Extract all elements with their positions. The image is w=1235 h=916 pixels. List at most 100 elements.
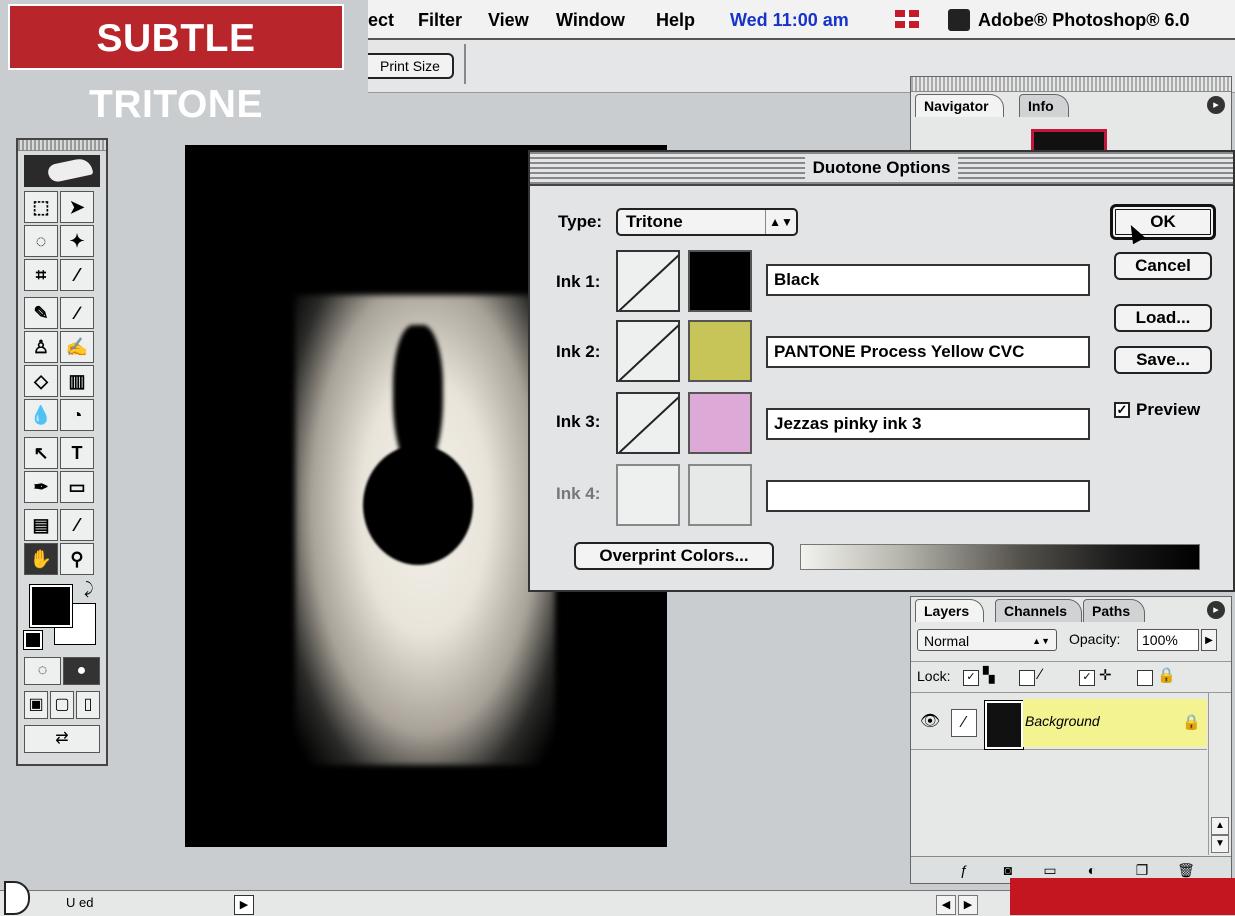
menu-help[interactable]: Help — [656, 10, 695, 31]
type-select-value: Tritone — [626, 212, 683, 231]
jump-to-imageready-icon[interactable]: ⇄ — [24, 725, 100, 753]
lock-all-checkbox[interactable] — [1137, 670, 1153, 686]
ink-1-name-field[interactable]: Black — [766, 264, 1090, 296]
menu-view[interactable]: View — [488, 10, 529, 31]
menu-clock[interactable]: Wed 11:00 am — [730, 10, 849, 31]
ink-1-color-swatch[interactable] — [688, 250, 752, 312]
save-button[interactable]: Save... — [1114, 346, 1212, 374]
menu-window[interactable]: Window — [556, 10, 625, 31]
brush-lock-icon: ∕ — [1039, 666, 1042, 683]
standard-mode-icon[interactable]: ◌ — [24, 657, 61, 685]
lock-image-checkbox[interactable] — [1019, 670, 1035, 686]
cancel-button[interactable]: Cancel — [1114, 252, 1212, 280]
color-swatches: ⤸ — [23, 581, 100, 653]
layer-style-icon[interactable]: ƒ — [955, 861, 973, 879]
magic-wand-tool-icon[interactable]: ✦ — [60, 225, 94, 257]
opacity-slider-arrow[interactable]: ▶ — [1201, 629, 1217, 651]
adjustment-layer-icon[interactable]: ◐ — [1083, 861, 1101, 879]
tab-navigator[interactable]: Navigator — [915, 94, 1004, 117]
new-set-icon[interactable]: ▭ — [1041, 861, 1059, 879]
print-size-button[interactable]: Print Size — [368, 53, 454, 79]
foreground-color-swatch[interactable] — [29, 584, 73, 628]
overprint-colors-button[interactable]: Overprint Colors... — [574, 542, 774, 570]
move-tool-icon[interactable]: ➤ — [60, 191, 94, 223]
layer-name-cell[interactable]: Background 🔒 — [1023, 699, 1207, 747]
layers-menu-icon[interactable]: ▸ — [1207, 601, 1225, 619]
trash-icon[interactable]: 🗑 — [1177, 861, 1195, 879]
screen-mode-standard-icon[interactable]: ▣ — [24, 691, 48, 719]
zoom-tool-icon[interactable]: ⚲ — [60, 543, 94, 575]
photoshop-app-icon[interactable] — [948, 9, 970, 31]
brush-tool-icon[interactable]: ∕ — [60, 297, 94, 329]
preview-label[interactable]: Preview — [1136, 400, 1200, 420]
history-brush-tool-icon[interactable]: ✍ — [60, 331, 94, 363]
dodge-tool-icon[interactable]: ◔ — [60, 399, 94, 431]
rectangle-tool-icon[interactable]: ▭ — [60, 471, 94, 503]
layer-mask-icon[interactable]: ◙ — [999, 861, 1017, 879]
ink-2-curve-button[interactable] — [616, 320, 680, 382]
new-layer-icon[interactable]: ❐ — [1133, 861, 1151, 879]
blend-mode-select[interactable]: Normal ▲▼ — [917, 629, 1057, 651]
layers-palette: Layers Channels Paths ▸ Normal ▲▼ Opacit… — [910, 596, 1232, 884]
healing-tool-icon[interactable]: ✎ — [24, 297, 58, 329]
tab-layers[interactable]: Layers — [915, 599, 985, 622]
layer-thumbnail[interactable] — [984, 700, 1024, 750]
lock-position-checkbox[interactable]: ✓ — [1079, 670, 1095, 686]
navigator-menu-icon[interactable]: ▸ — [1207, 96, 1225, 114]
type-select[interactable]: Tritone ▲▼ — [616, 208, 798, 236]
screen-mode-full-icon[interactable]: ▯ — [76, 691, 100, 719]
ink-2-color-swatch[interactable] — [688, 320, 752, 382]
gradient-tool-icon[interactable]: ▥ — [60, 365, 94, 397]
tab-info[interactable]: Info — [1019, 94, 1069, 117]
document-status-icon[interactable] — [4, 881, 30, 915]
hand-tool-icon[interactable]: ✋ — [24, 543, 58, 575]
eraser-tool-icon[interactable]: ◇ — [24, 365, 58, 397]
scroll-right-icon[interactable]: ▶ — [958, 895, 978, 915]
notes-tool-icon[interactable]: ▤ — [24, 509, 58, 541]
status-menu-arrow-icon[interactable]: ▶ — [234, 895, 254, 915]
layer-row[interactable]: 👁 ∕ Background 🔒 — [911, 697, 1207, 750]
slice-tool-icon[interactable]: ⁄ — [60, 259, 94, 291]
swap-colors-icon[interactable]: ⤸ — [84, 581, 94, 599]
blur-tool-icon[interactable]: 💧 — [24, 399, 58, 431]
eyedropper-tool-icon[interactable]: ⁄ — [60, 509, 94, 541]
lock-transparency-checkbox[interactable]: ✓ — [963, 670, 979, 686]
adobe-online-icon[interactable] — [24, 155, 100, 187]
quick-mask-icon[interactable]: ● — [63, 657, 100, 685]
lasso-tool-icon[interactable]: ◌ — [24, 225, 58, 257]
eye-icon[interactable]: 👁 — [917, 711, 943, 733]
tritone-gradient-bar — [800, 544, 1200, 570]
screen-mode-full-menu-icon[interactable]: ▢ — [50, 691, 74, 719]
type-tool-icon[interactable]: T — [60, 437, 94, 469]
menu-filter[interactable]: Filter — [418, 10, 462, 31]
transparency-icon: ▚ — [983, 667, 995, 684]
navigator-grip[interactable] — [911, 77, 1231, 92]
tab-channels[interactable]: Channels — [995, 599, 1083, 622]
default-colors-icon[interactable] — [23, 630, 43, 650]
layers-scrollbar[interactable]: ▲ ▼ — [1208, 693, 1231, 855]
ink-1-curve-button[interactable] — [616, 250, 680, 312]
scroll-down-icon[interactable]: ▼ — [1211, 835, 1229, 853]
menu-select[interactable]: ect — [368, 10, 394, 31]
scroll-left-icon[interactable]: ◀ — [936, 895, 956, 915]
ink-3-curve-button[interactable] — [616, 392, 680, 454]
brush-icon[interactable]: ∕ — [951, 709, 977, 737]
path-select-tool-icon[interactable]: ↖ — [24, 437, 58, 469]
keyboard-flag-icon[interactable] — [895, 10, 919, 28]
ink-2-name-field[interactable]: PANTONE Process Yellow CVC — [766, 336, 1090, 368]
load-button[interactable]: Load... — [1114, 304, 1212, 332]
opacity-field[interactable]: 100% — [1137, 629, 1199, 651]
scroll-up-icon[interactable]: ▲ — [1211, 817, 1229, 835]
marquee-tool-icon[interactable]: ⬚ — [24, 191, 58, 223]
ink-3-color-swatch[interactable] — [688, 392, 752, 454]
toolbox-grip[interactable] — [18, 140, 106, 151]
app-menu-label[interactable]: Adobe® Photoshop® 6.0 — [978, 10, 1190, 31]
crop-tool-icon[interactable]: ⌗ — [24, 259, 58, 291]
pen-tool-icon[interactable]: ✒ — [24, 471, 58, 503]
preview-checkbox[interactable]: ✓ — [1114, 402, 1130, 418]
dialog-titlebar[interactable]: Duotone Options — [530, 152, 1233, 186]
tab-paths[interactable]: Paths — [1083, 599, 1146, 622]
ok-button[interactable]: OK — [1110, 204, 1216, 240]
ink-3-name-field[interactable]: Jezzas pinky ink 3 — [766, 408, 1090, 440]
stamp-tool-icon[interactable]: ♙ — [24, 331, 58, 363]
